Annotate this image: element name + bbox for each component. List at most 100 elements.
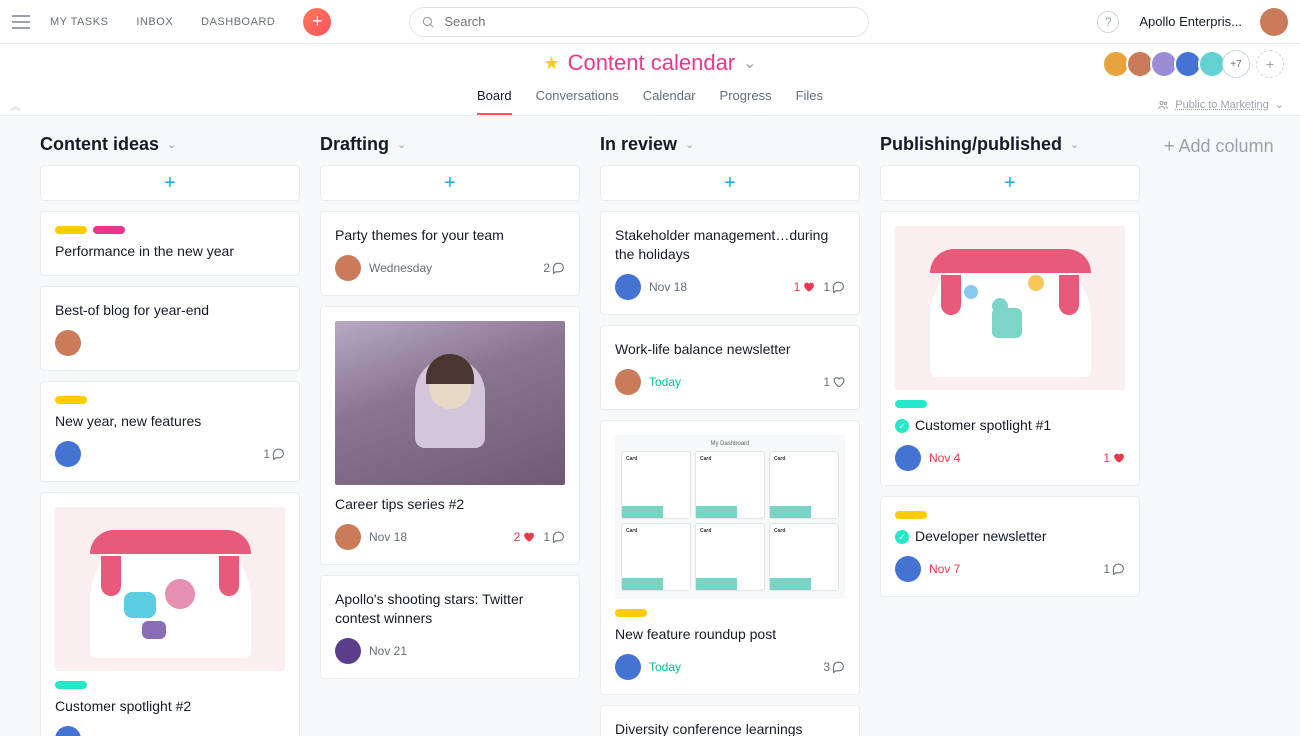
chevron-down-icon: ⌄	[685, 138, 694, 151]
assignee-avatar[interactable]	[55, 441, 81, 467]
nav-dashboard[interactable]: DASHBOARD	[201, 16, 275, 28]
user-avatar[interactable]	[1260, 8, 1288, 36]
tag	[895, 400, 927, 408]
add-card-button[interactable]: +	[40, 165, 300, 201]
workspace-name[interactable]: Apollo Enterpris...	[1139, 14, 1242, 29]
like-badge[interactable]: 1	[794, 280, 816, 294]
tag	[615, 609, 647, 617]
card[interactable]: Performance in the new year	[40, 211, 300, 276]
card-footer: Today1	[615, 369, 845, 395]
comment-badge[interactable]: 1	[263, 447, 285, 461]
card-footer: Today 3	[615, 654, 845, 680]
card[interactable]: My DashboardCardCardCardCardCardCardNew …	[600, 420, 860, 695]
board: Content ideas ⌄ + Performance in the new…	[0, 116, 1300, 736]
nav-inbox[interactable]: INBOX	[136, 16, 173, 28]
add-card-button[interactable]: +	[600, 165, 860, 201]
card[interactable]: Customer spotlight #2	[40, 492, 300, 736]
project-title[interactable]: Content calendar	[568, 50, 736, 76]
assignee-avatar[interactable]	[335, 638, 361, 664]
card-title: Customer spotlight #2	[55, 697, 285, 716]
tab-progress[interactable]: Progress	[720, 82, 772, 115]
card-tags	[55, 396, 285, 404]
card-title: ✓Developer newsletter	[895, 527, 1125, 546]
privacy-label: Public to Marketing	[1175, 99, 1269, 111]
card-title: Work-life balance newsletter	[615, 340, 845, 359]
column-title: Content ideas	[40, 134, 159, 155]
check-icon: ✓	[895, 530, 909, 544]
column: In review ⌄ + Stakeholder management…dur…	[600, 134, 860, 736]
card-list: Performance in the new year Best-of blog …	[40, 211, 300, 736]
card[interactable]: Career tips series #2Nov 1821	[320, 306, 580, 565]
card-list: Party themes for your teamWednesday2Care…	[320, 211, 580, 679]
due-date: Today	[649, 660, 681, 674]
assignee-avatar[interactable]	[335, 524, 361, 550]
card[interactable]: Work-life balance newsletter Today1	[600, 325, 860, 410]
help-button[interactable]: ?	[1097, 11, 1119, 33]
add-card-button[interactable]: +	[320, 165, 580, 201]
card-footer: Nov 21	[335, 638, 565, 664]
due-date: Nov 18	[369, 530, 407, 544]
chevron-down-icon: ⌄	[1275, 98, 1284, 111]
card-footer: Nov 7 1	[895, 556, 1125, 582]
comment-badge[interactable]: 1	[1103, 562, 1125, 576]
search-input[interactable]	[409, 7, 869, 37]
due-date: Nov 4	[929, 451, 960, 465]
assignee-avatar[interactable]	[895, 556, 921, 582]
card-title: ✓Customer spotlight #1	[895, 416, 1125, 435]
card[interactable]: ✓Developer newsletter Nov 7 1	[880, 496, 1140, 597]
card-list: Stakeholder management…during the holida…	[600, 211, 860, 736]
column-header[interactable]: Drafting ⌄	[320, 134, 580, 155]
card-tags	[895, 400, 1125, 408]
card-cover-image	[55, 507, 285, 671]
card[interactable]: Stakeholder management…during the holida…	[600, 211, 860, 315]
due-date: Nov 7	[929, 562, 960, 576]
add-card-button[interactable]: +	[880, 165, 1140, 201]
card[interactable]: Apollo's shooting stars: Twitter contest…	[320, 575, 580, 679]
column-header[interactable]: In review ⌄	[600, 134, 860, 155]
card[interactable]: ✓Customer spotlight #1 Nov 4 1	[880, 211, 1140, 486]
card-cover-image: My DashboardCardCardCardCardCardCard	[615, 435, 845, 599]
nav-my-tasks[interactable]: MY TASKS	[50, 16, 108, 28]
card-tags	[895, 511, 1125, 519]
like-badge[interactable]: 1	[1103, 451, 1125, 465]
privacy-setting[interactable]: Public to Marketing ⌄	[1157, 98, 1284, 111]
card[interactable]: Party themes for your teamWednesday2	[320, 211, 580, 296]
card-footer: Nov 4 1	[895, 445, 1125, 471]
collapse-icon[interactable]: ︽	[10, 98, 21, 114]
assignee-avatar[interactable]	[895, 445, 921, 471]
comment-badge[interactable]: 1	[543, 530, 565, 544]
assignee-avatar[interactable]	[55, 726, 81, 736]
comment-badge[interactable]: 3	[823, 660, 845, 674]
tab-board[interactable]: Board	[477, 82, 512, 115]
tab-files[interactable]: Files	[796, 82, 823, 115]
card-title: Stakeholder management…during the holida…	[615, 226, 845, 264]
card[interactable]: New year, new features 1	[40, 381, 300, 482]
star-icon[interactable]: ★	[543, 53, 559, 74]
add-column-button[interactable]: + Add column	[1160, 134, 1278, 159]
tab-calendar[interactable]: Calendar	[643, 82, 696, 115]
assignee-avatar[interactable]	[55, 330, 81, 356]
assignee-avatar[interactable]	[615, 369, 641, 395]
topbar: MY TASKS INBOX DASHBOARD + ? Apollo Ente…	[0, 0, 1300, 44]
create-button[interactable]: +	[303, 8, 331, 36]
column-header[interactable]: Publishing/published ⌄	[880, 134, 1140, 155]
like-badge[interactable]: 2	[514, 530, 536, 544]
card[interactable]: Best-of blog for year-end	[40, 286, 300, 371]
chevron-down-icon[interactable]: ⌄	[743, 53, 756, 73]
add-member-button[interactable]: +	[1256, 50, 1284, 78]
tab-conversations[interactable]: Conversations	[536, 82, 619, 115]
assignee-avatar[interactable]	[615, 654, 641, 680]
card-footer: Nov 18 21	[335, 524, 565, 550]
like-badge[interactable]: 1	[823, 375, 845, 389]
column-title: In review	[600, 134, 677, 155]
menu-icon[interactable]	[12, 15, 30, 29]
assignee-avatar[interactable]	[615, 274, 641, 300]
member-more-button[interactable]: +7	[1222, 50, 1250, 78]
card[interactable]: Diversity conference learningsMonday1	[600, 705, 860, 736]
column-header[interactable]: Content ideas ⌄	[40, 134, 300, 155]
comment-badge[interactable]: 2	[543, 261, 565, 275]
comment-badge[interactable]: 1	[823, 280, 845, 294]
assignee-avatar[interactable]	[335, 255, 361, 281]
card-title: New year, new features	[55, 412, 285, 431]
project-header: ︽ ★ Content calendar ⌄ +7 + Board Conver…	[0, 44, 1300, 116]
